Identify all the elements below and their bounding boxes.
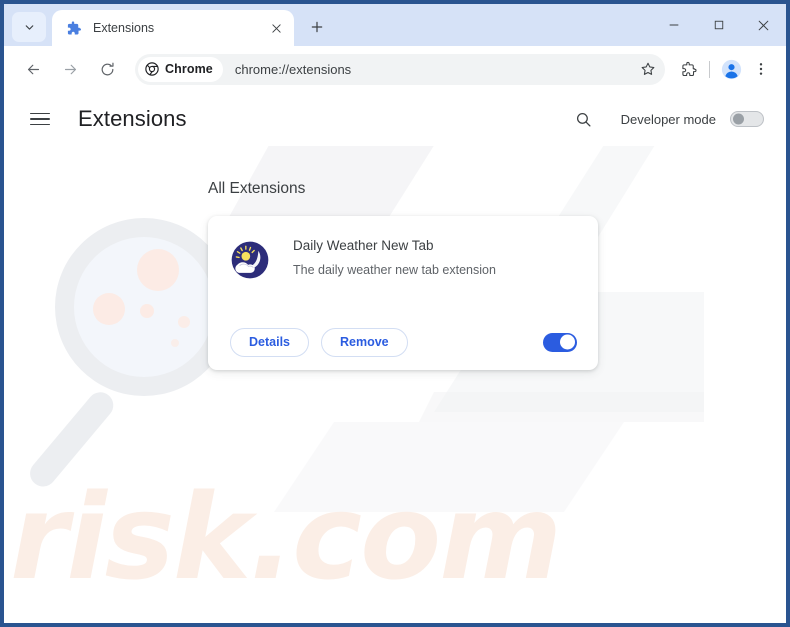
back-button[interactable]: [18, 54, 48, 84]
tab-title: Extensions: [93, 21, 155, 35]
toggle-knob: [733, 113, 744, 125]
window-maximize-button[interactable]: [696, 4, 741, 46]
extension-description: The daily weather new tab extension: [293, 263, 496, 277]
new-tab-button[interactable]: [302, 12, 332, 42]
weather-sun-cloud-icon: [231, 241, 269, 279]
plus-icon: [311, 21, 323, 33]
toolbar-divider: [709, 60, 710, 78]
watermark-text: risk.com: [10, 468, 562, 606]
extensions-page-header: Extensions Developer mode: [4, 92, 786, 146]
section-title: All Extensions: [208, 180, 306, 197]
page-title: Extensions: [78, 106, 187, 131]
extension-enabled-toggle[interactable]: [543, 332, 577, 352]
developer-mode-label: Developer mode: [620, 111, 716, 127]
browser-window: Extensions Chrome chrome://extensions ri…: [0, 0, 790, 627]
extension-meta: Daily Weather New Tab The daily weather …: [293, 238, 578, 280]
star-icon: [641, 62, 654, 75]
extension-name: Daily Weather New Tab: [293, 238, 434, 253]
extension-card: Daily Weather New Tab The daily weather …: [208, 216, 598, 370]
chevron-down-icon: [25, 24, 33, 30]
extensions-toolbar-button[interactable]: [673, 54, 703, 84]
arrow-left-icon: [27, 64, 39, 74]
chrome-chip-label: Chrome: [165, 62, 213, 76]
account-avatar-icon: [721, 59, 741, 79]
chrome-origin-chip: Chrome: [138, 56, 223, 82]
window-minimize-button[interactable]: [651, 4, 696, 46]
chrome-logo-icon: [145, 62, 159, 76]
reload-icon: [101, 62, 114, 75]
three-dot-menu-icon: [759, 63, 763, 75]
remove-button[interactable]: Remove: [321, 327, 408, 357]
close-icon: [758, 20, 769, 30]
profile-button[interactable]: [716, 54, 746, 84]
arrow-right-icon: [64, 64, 76, 74]
extensions-page: risk.com Extensions Developer mode All E…: [4, 92, 786, 623]
search-icon: [577, 112, 591, 127]
maximize-icon: [714, 20, 723, 30]
browser-toolbar: Chrome chrome://extensions: [4, 46, 786, 92]
bookmark-star-button[interactable]: [634, 56, 661, 83]
reload-button[interactable]: [92, 54, 122, 84]
close-icon: [271, 23, 281, 33]
browser-menu-button[interactable]: [746, 54, 776, 84]
forward-button[interactable]: [55, 54, 85, 84]
address-bar-url: chrome://extensions: [234, 61, 352, 77]
browser-window-content: Extensions Chrome chrome://extensions ri…: [4, 4, 786, 623]
extension-card-body: Daily Weather New Tab The daily weather …: [208, 216, 598, 280]
toggle-knob: [560, 334, 575, 350]
address-bar[interactable]: Chrome chrome://extensions: [135, 53, 665, 85]
puzzle-piece-icon: [67, 20, 82, 35]
window-close-button[interactable]: [741, 4, 786, 46]
extensions-search-button[interactable]: [569, 104, 599, 134]
extension-card-footer: Details Remove: [208, 314, 598, 370]
tab-strip: Extensions: [4, 4, 786, 46]
tab-close-button[interactable]: [266, 18, 286, 38]
tab-search-button[interactable]: [12, 12, 46, 42]
tab-extensions[interactable]: Extensions: [52, 10, 294, 46]
minimize-icon: [669, 24, 678, 26]
hamburger-menu-icon[interactable]: [30, 106, 56, 132]
extensions-content: All Extensions Daily Weather New Tab The…: [4, 146, 786, 370]
developer-mode-toggle[interactable]: [730, 111, 764, 127]
window-controls: [651, 4, 786, 46]
details-button[interactable]: Details: [230, 327, 309, 357]
puzzle-piece-icon: [681, 61, 697, 76]
